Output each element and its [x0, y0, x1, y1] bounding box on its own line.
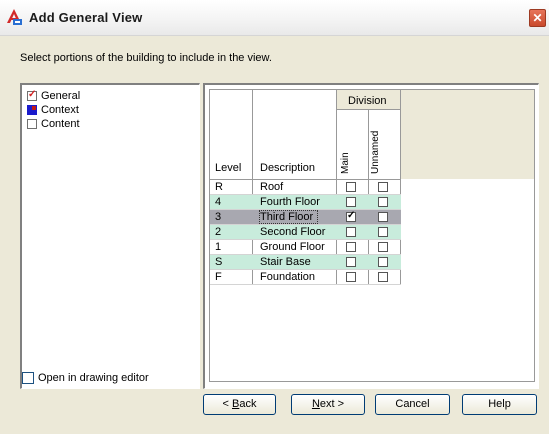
unnamed-checkbox[interactable]	[378, 257, 388, 267]
cancel-button[interactable]: Cancel	[375, 394, 450, 415]
table-row[interactable]: S Stair Base	[210, 255, 401, 270]
list-item-context[interactable]: Context	[27, 103, 79, 117]
checkbox-icon[interactable]	[27, 89, 37, 101]
open-in-editor-checkbox[interactable]	[22, 372, 34, 384]
unnamed-checkbox[interactable]	[378, 212, 388, 222]
portion-list[interactable]: General Context Content	[20, 83, 200, 389]
table-row[interactable]: F Foundation	[210, 270, 401, 285]
main-checkbox[interactable]	[346, 257, 356, 267]
cell-description: Third Floor	[258, 210, 319, 224]
grid-header-filler	[401, 90, 534, 179]
column-header-level[interactable]: Level	[215, 162, 241, 174]
list-item-label: Content	[41, 118, 80, 130]
list-item-label: Context	[41, 104, 79, 116]
autocad-a-icon	[7, 9, 22, 25]
division-grid[interactable]: Division Level Description Main Unnamed …	[209, 89, 535, 382]
title-bar[interactable]: Add General View ✕	[0, 0, 549, 36]
cell-level: 3	[215, 211, 222, 223]
instruction-text: Select portions of the building to inclu…	[20, 52, 272, 64]
cell-description: Stair Base	[260, 256, 311, 268]
open-in-editor-option[interactable]: Open in drawing editor	[22, 372, 149, 384]
cell-level: 2	[215, 226, 222, 238]
cell-level: F	[215, 271, 222, 283]
cell-description: Fourth Floor	[260, 196, 320, 208]
table-row[interactable]: 2 Second Floor	[210, 225, 401, 240]
unnamed-checkbox[interactable]	[378, 272, 388, 282]
close-icon: ✕	[532, 11, 543, 25]
table-row[interactable]: 3 Third Floor	[210, 210, 401, 225]
cell-level: R	[215, 181, 223, 193]
open-in-editor-label: Open in drawing editor	[38, 372, 149, 384]
window-title: Add General View	[29, 10, 143, 25]
close-button[interactable]: ✕	[529, 9, 546, 27]
main-checkbox[interactable]	[346, 210, 356, 222]
cell-description: Roof	[260, 181, 284, 193]
main-checkbox[interactable]	[346, 272, 356, 282]
unnamed-checkbox[interactable]	[378, 182, 388, 192]
cell-description: Foundation	[260, 271, 316, 283]
cell-level: S	[215, 256, 223, 268]
division-header-label: Division	[348, 95, 387, 107]
back-button[interactable]: < Back	[203, 394, 276, 415]
table-row[interactable]: 1 Ground Floor	[210, 240, 401, 255]
help-button[interactable]: Help	[462, 394, 537, 415]
column-header-description[interactable]: Description	[260, 162, 315, 174]
cell-level: 4	[215, 196, 222, 208]
main-checkbox[interactable]	[346, 227, 356, 237]
checkbox-icon[interactable]	[27, 119, 37, 129]
cell-description: Ground Floor	[260, 241, 325, 253]
row-divider	[210, 284, 401, 285]
list-item-general[interactable]: General	[27, 89, 80, 103]
division-grid-frame: Division Level Description Main Unnamed …	[203, 83, 539, 389]
partial-check-icon[interactable]	[27, 105, 37, 115]
table-row[interactable]: R Roof	[210, 180, 401, 195]
unnamed-checkbox[interactable]	[378, 227, 388, 237]
add-general-view-dialog: Add General View ✕ Select portions of th…	[0, 0, 549, 434]
cell-description: Second Floor	[260, 226, 326, 238]
cell-level: 1	[215, 241, 222, 253]
unnamed-checkbox[interactable]	[378, 197, 388, 207]
main-checkbox[interactable]	[346, 242, 356, 252]
unnamed-checkbox[interactable]	[378, 242, 388, 252]
table-row[interactable]: 4 Fourth Floor	[210, 195, 401, 210]
list-item-label: General	[41, 90, 81, 102]
main-checkbox[interactable]	[346, 197, 356, 207]
list-item-content[interactable]: Content	[27, 117, 80, 131]
dialog-body: Select portions of the building to inclu…	[0, 37, 549, 434]
next-button[interactable]: Next >	[291, 394, 365, 415]
main-checkbox[interactable]	[346, 182, 356, 192]
